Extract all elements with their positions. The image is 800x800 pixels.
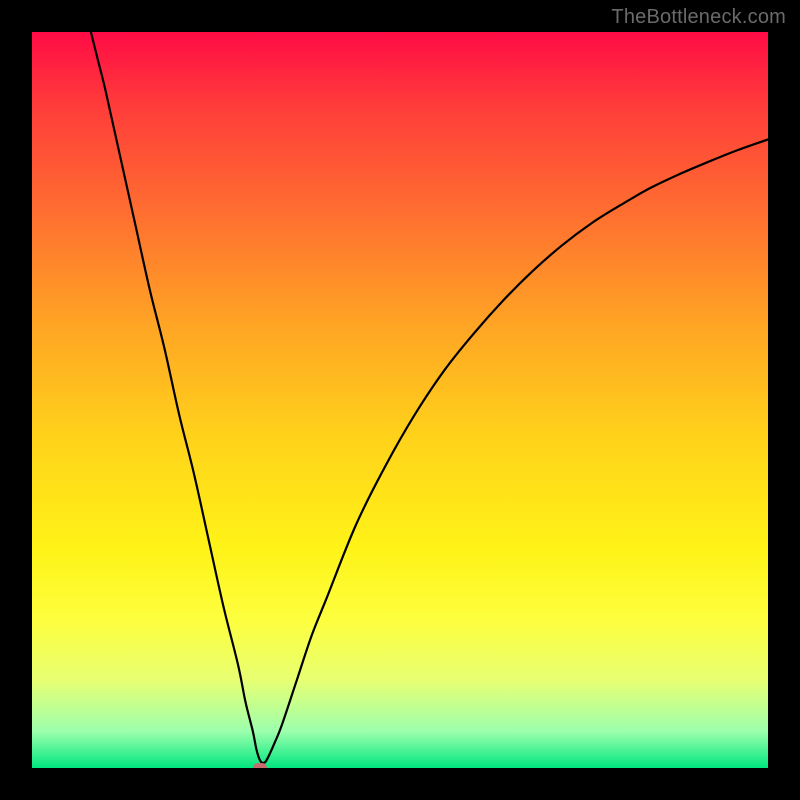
chart-frame: TheBottleneck.com bbox=[0, 0, 800, 800]
plot-area bbox=[32, 32, 768, 768]
curve-layer bbox=[32, 32, 768, 768]
minimum-marker bbox=[253, 763, 267, 768]
bottleneck-curve bbox=[91, 32, 768, 763]
attribution-text: TheBottleneck.com bbox=[611, 6, 786, 29]
